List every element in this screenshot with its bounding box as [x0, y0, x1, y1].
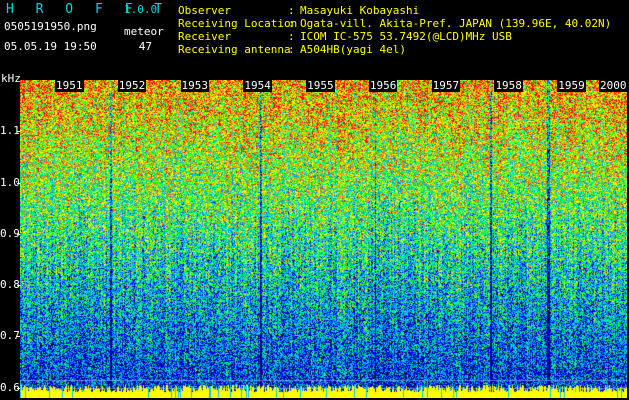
info-label: Receiving Location	[178, 17, 298, 30]
info-colon: :	[288, 17, 295, 30]
time-axis: 1951 1952 1953 1954 1955 1956 1957 1958 1959 2000	[20, 79, 628, 94]
time-label: 1952	[117, 79, 147, 92]
info-value: A504HB(yagi 4el)	[300, 43, 406, 56]
file-name: 0505191950.png	[4, 20, 97, 33]
info-colon: :	[288, 43, 295, 56]
spectrogram-plot	[20, 80, 627, 398]
info-row-location: Receiving Location: Ogata-vill. Akita-Pre…	[178, 17, 611, 30]
time-label: 1959	[557, 79, 586, 92]
time-label: 1955	[306, 79, 335, 92]
station-info: Observer: Masayuki Kobayashi Receiving Lo…	[178, 4, 611, 56]
time-label: 1954	[243, 79, 272, 92]
info-row-receiver: Receiver: ICOM IC-575 53.7492(@LCD)MHz US…	[178, 30, 611, 43]
info-colon: :	[288, 4, 295, 17]
time-label: 1951	[55, 79, 84, 92]
time-label: 2000	[599, 79, 628, 92]
info-row-antenna: Receiving antenna: A504HB(yagi 4el)	[178, 43, 611, 56]
app-version: 1.0.0	[124, 3, 158, 16]
info-colon: :	[288, 30, 295, 43]
info-row-observer: Observer: Masayuki Kobayashi	[178, 4, 611, 17]
time-label: 1953	[180, 79, 210, 92]
time-label: 1958	[494, 79, 523, 92]
y-axis-unit: kHz	[1, 72, 21, 85]
time-label: 1956	[368, 79, 398, 92]
header-panel: H R O F F T 1.0.0 0505191950.png meteor …	[0, 0, 629, 80]
timestamp: 05.05.19 19:50	[4, 40, 97, 53]
time-label: 1957	[431, 79, 461, 92]
spectrogram-canvas	[20, 80, 627, 398]
info-label: Receiving antenna	[178, 43, 291, 56]
info-value: Ogata-vill. Akita-Pref. JAPAN (139.96E, …	[300, 17, 612, 30]
meteor-count: 47	[138, 40, 152, 53]
info-value: ICOM IC-575 53.7492(@LCD)MHz USB	[300, 30, 512, 43]
info-label: Observer	[178, 4, 231, 17]
info-label: Receiver	[178, 30, 231, 43]
info-value: Masayuki Kobayashi	[300, 4, 420, 17]
mode-label: meteor	[124, 25, 164, 38]
